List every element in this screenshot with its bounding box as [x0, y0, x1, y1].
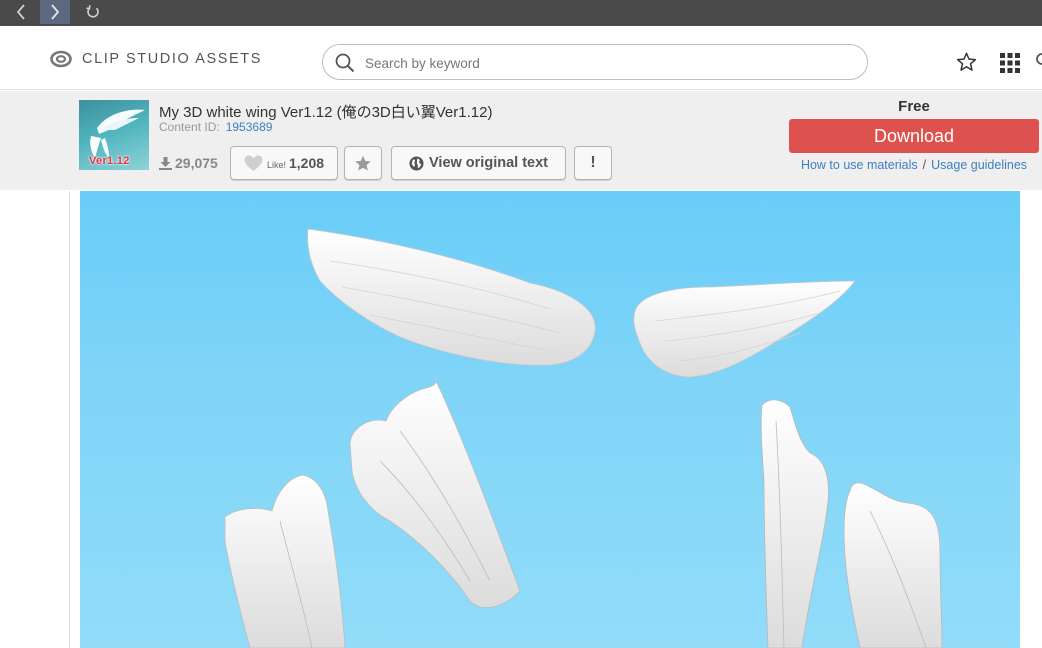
site-logo[interactable]: CLIP STUDIO ASSETS [50, 50, 262, 68]
usage-guidelines-link[interactable]: Usage guidelines [931, 158, 1027, 172]
back-arrow-icon [16, 4, 25, 20]
how-to-use-link[interactable]: How to use materials [801, 158, 918, 172]
search-box[interactable] [322, 44, 868, 80]
heart-icon [244, 154, 263, 171]
download-count-value: 29,075 [175, 155, 218, 171]
content-id: Content ID: 1953689 [159, 120, 272, 134]
search-input[interactable] [365, 52, 845, 74]
browser-toolbar [0, 0, 1042, 26]
view-original-text-button[interactable]: View original text [391, 146, 566, 180]
globe-icon [409, 155, 424, 171]
link-separator: / [922, 158, 927, 172]
content-id-value[interactable]: 1953689 [226, 120, 273, 134]
clip-studio-logo-icon [50, 50, 72, 68]
asset-thumbnail[interactable]: Ver1.12 [79, 100, 149, 170]
price-label: Free [898, 98, 930, 115]
asset-title: My 3D white wing Ver1.12 (俺の3D白い翼Ver1.12… [159, 104, 493, 121]
report-label: ! [590, 154, 596, 171]
download-icon [159, 156, 172, 170]
reload-icon [86, 5, 99, 18]
like-button[interactable]: Like! 1,208 [230, 146, 338, 180]
white-wings-render [224, 228, 943, 648]
app-grid-icon[interactable] [1000, 53, 1020, 73]
site-header: CLIP STUDIO ASSETS [0, 26, 1042, 90]
search-icon[interactable] [335, 53, 355, 73]
asset-preview-image[interactable] [80, 191, 1020, 648]
star-icon [355, 155, 371, 171]
forward-button[interactable] [40, 0, 70, 24]
download-button[interactable]: Download [789, 119, 1039, 153]
asset-info-bar: Ver1.12 My 3D white wing Ver1.12 (俺の3D白い… [0, 91, 1042, 190]
content-id-label: Content ID: [159, 120, 220, 134]
favorite-button[interactable] [344, 146, 382, 180]
reload-button[interactable] [78, 0, 108, 24]
like-count: 1,208 [288, 155, 325, 171]
thumbnail-version-text: Ver1.12 [89, 155, 130, 167]
account-icon-partial[interactable] [1036, 52, 1042, 66]
forward-arrow-icon [51, 4, 60, 20]
report-button[interactable]: ! [574, 146, 612, 180]
help-links: How to use materials / Usage guidelines [789, 158, 1039, 172]
back-button[interactable] [6, 0, 36, 24]
logo-text: CLIP STUDIO ASSETS [82, 51, 263, 67]
star-outline-icon[interactable] [956, 52, 977, 72]
view-original-label: View original text [429, 155, 548, 171]
like-label: Like! [266, 160, 286, 170]
download-count: 29,075 [159, 155, 218, 171]
content-divider [69, 191, 70, 648]
